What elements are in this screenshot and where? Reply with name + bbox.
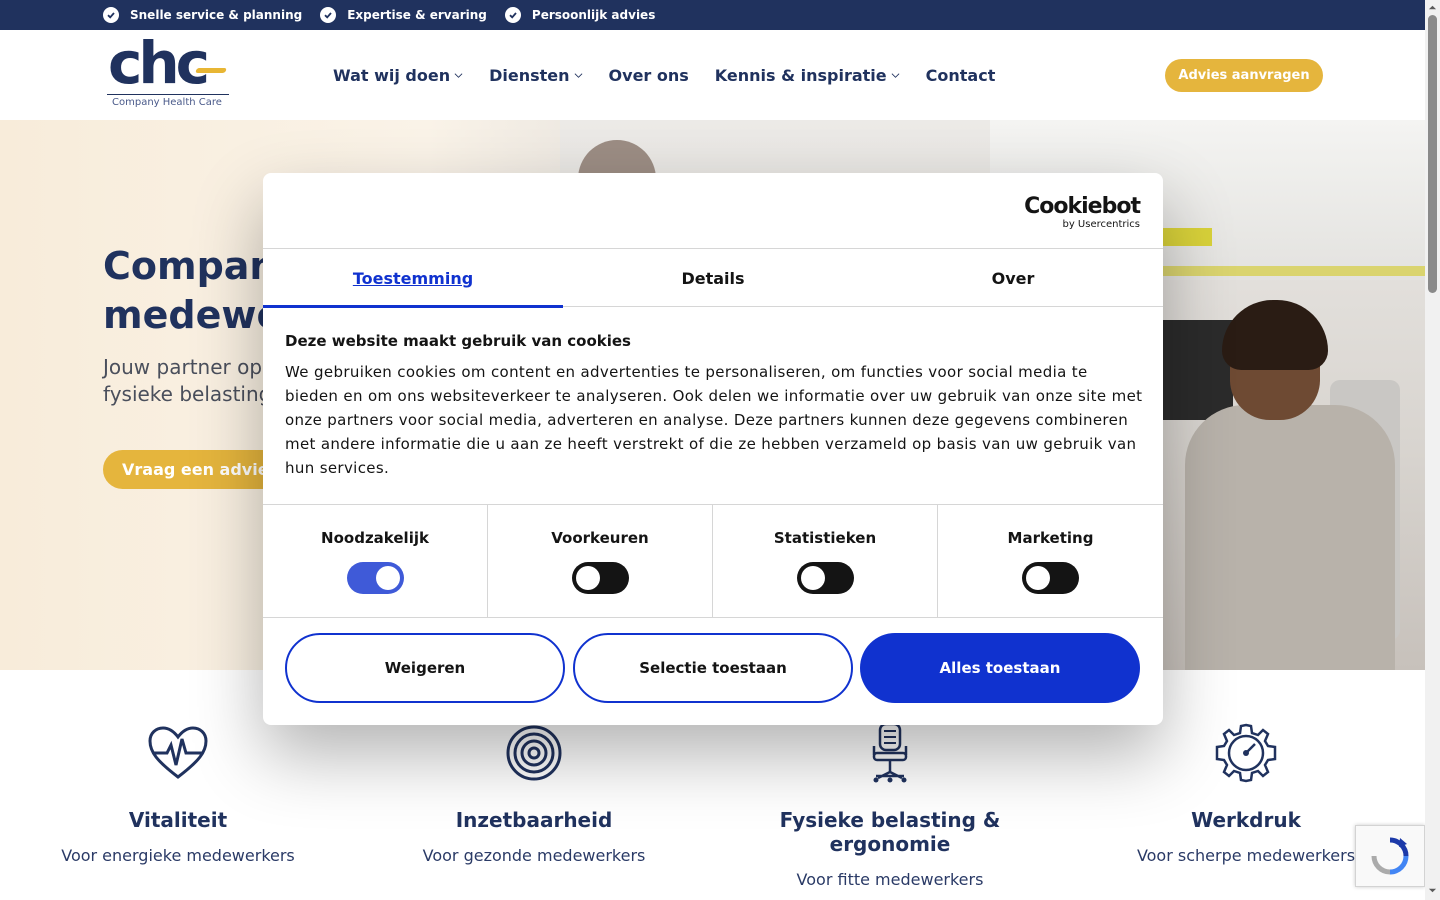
usp-bar: Snelle service & planning Expertise & er… (0, 0, 1425, 30)
feature-card-vitaliteit[interactable]: Vitaliteit Voor energieke medewerkers (8, 720, 348, 865)
nav-item-contact[interactable]: Contact (926, 66, 996, 85)
feature-subtitle: Voor gezonde medewerkers (422, 846, 646, 865)
chevron-down-icon (574, 72, 582, 78)
hero-photo-lamp (1160, 228, 1212, 246)
cookiebot-logo: Cookiebot by Usercentrics (1024, 194, 1141, 231)
check-circle-icon (320, 7, 337, 23)
tab-over[interactable]: Over (863, 249, 1163, 307)
nav-item-diensten[interactable]: Diensten (489, 66, 582, 85)
cookiebot-brand: Cookiebot (1024, 194, 1141, 219)
cookie-dialog-body: We gebruiken cookies om content en adver… (285, 363, 1143, 477)
hero-photo-lamp (1160, 266, 1425, 276)
logo-mark: chc (108, 29, 210, 97)
feature-subtitle: Voor fitte medewerkers (796, 870, 984, 889)
logo-accent (195, 68, 227, 73)
usp-label: Persoonlijk advies (531, 8, 656, 22)
toggle-noodzakelijk (346, 562, 404, 594)
toggle-voorkeuren[interactable] (571, 562, 629, 594)
toggle-knob (575, 566, 600, 590)
recaptcha-icon (1371, 837, 1409, 875)
category-marketing: Marketing (938, 505, 1163, 617)
main-nav: Wat wij doen Diensten Over ons Kennis & … (333, 30, 995, 120)
category-label: Voorkeuren (551, 529, 649, 547)
check-circle-icon (103, 7, 119, 23)
toggle-knob (800, 566, 825, 590)
tab-label: Toestemming (352, 268, 474, 288)
nav-item-kennis-inspiratie[interactable]: Kennis & inspiratie (715, 66, 900, 85)
chevron-down-icon (454, 72, 463, 78)
gear-gauge-icon (1076, 720, 1416, 786)
tab-toestemming[interactable]: Toestemming (263, 249, 563, 308)
nav-label: Contact (925, 65, 996, 85)
site-header: chc Company Health Care Wat wij doen Die… (0, 30, 1425, 120)
feature-card-ergonomie[interactable]: Fysieke belasting & ergonomie Voor fitte… (720, 720, 1060, 889)
category-label: Marketing (1007, 529, 1094, 547)
hero-subtitle-line: Jouw partner op h (103, 355, 282, 379)
nav-label: Over ons (608, 65, 689, 85)
advice-request-button[interactable]: Advies aanvragen (1165, 59, 1323, 92)
scrollbar-thumb[interactable] (1428, 15, 1437, 293)
toggle-knob (375, 566, 400, 590)
allow-selection-button[interactable]: Selectie toestaan (573, 633, 853, 703)
hero-photo-person-body (1185, 405, 1395, 670)
category-label: Statistieken (773, 529, 877, 547)
category-voorkeuren: Voorkeuren (488, 505, 713, 617)
nav-label: Kennis & inspiratie (714, 65, 887, 85)
hero-subtitle: Jouw partner op h fysieke belasting, (103, 354, 281, 408)
page-scrollbar[interactable] (1425, 0, 1440, 900)
toggle-statistieken[interactable] (796, 562, 854, 594)
nav-label: Diensten (489, 65, 570, 85)
cookie-consent-dialog: Cookiebot by Usercentrics Toestemming De… (263, 173, 1163, 725)
usp-item: Snelle service & planning (103, 7, 302, 23)
category-noodzakelijk: Noodzakelijk (263, 505, 488, 617)
scroll-down-arrow-icon[interactable] (1428, 886, 1437, 895)
cookiebot-brand-sub: by Usercentrics (1062, 219, 1140, 230)
nav-item-over-ons[interactable]: Over ons (609, 66, 689, 85)
check-circle-icon (504, 7, 521, 23)
usp-item: Persoonlijk advies (504, 7, 656, 23)
heartbeat-icon (8, 720, 348, 786)
hero-subtitle-line: fysieke belasting, (103, 382, 278, 406)
chevron-down-icon (891, 72, 900, 78)
hero-photo-monitor (1163, 320, 1233, 420)
usp-item: Expertise & ervaring (320, 7, 487, 23)
nav-label: Wat wij doen (333, 65, 451, 85)
cookie-dialog-header: Cookiebot by Usercentrics (263, 173, 1163, 249)
logo-divider (107, 94, 229, 95)
tab-label: Over (991, 268, 1035, 288)
category-statistieken: Statistieken (713, 505, 938, 617)
nav-item-wat-wij-doen[interactable]: Wat wij doen (333, 66, 463, 85)
tab-label: Details (681, 268, 745, 288)
cookie-dialog-title: Deze website maakt gebruik van cookies (285, 332, 631, 350)
feature-card-inzetbaarheid[interactable]: Inzetbaarheid Voor gezonde medewerkers (364, 720, 704, 865)
allow-all-button[interactable]: Alles toestaan (860, 633, 1140, 703)
tab-details[interactable]: Details (563, 249, 863, 307)
feature-title: Inzetbaarheid (455, 808, 613, 832)
office-chair-icon (720, 720, 1060, 786)
company-logo[interactable]: chc Company Health Care (104, 34, 230, 116)
feature-subtitle: Voor energieke medewerkers (61, 846, 295, 865)
reject-button[interactable]: Weigeren (285, 633, 565, 703)
toggle-marketing[interactable] (1022, 562, 1079, 594)
toggle-knob (1026, 566, 1050, 590)
target-icon (364, 720, 704, 786)
feature-title: Fysieke belasting & ergonomie (779, 808, 1001, 856)
category-label: Noodzakelijk (321, 529, 429, 547)
usp-label: Snelle service & planning (130, 8, 303, 22)
feature-title: Vitaliteit (128, 808, 228, 832)
logo-tagline: Company Health Care (112, 97, 222, 108)
cookie-dialog-tabs: Toestemming Details Over (263, 249, 1163, 308)
cookie-category-toggles: Noodzakelijk Voorkeuren Statistieken Mar… (263, 504, 1163, 618)
scroll-up-arrow-icon[interactable] (1428, 3, 1437, 12)
usp-label: Expertise & ervaring (347, 8, 487, 22)
recaptcha-badge[interactable] (1355, 825, 1425, 887)
